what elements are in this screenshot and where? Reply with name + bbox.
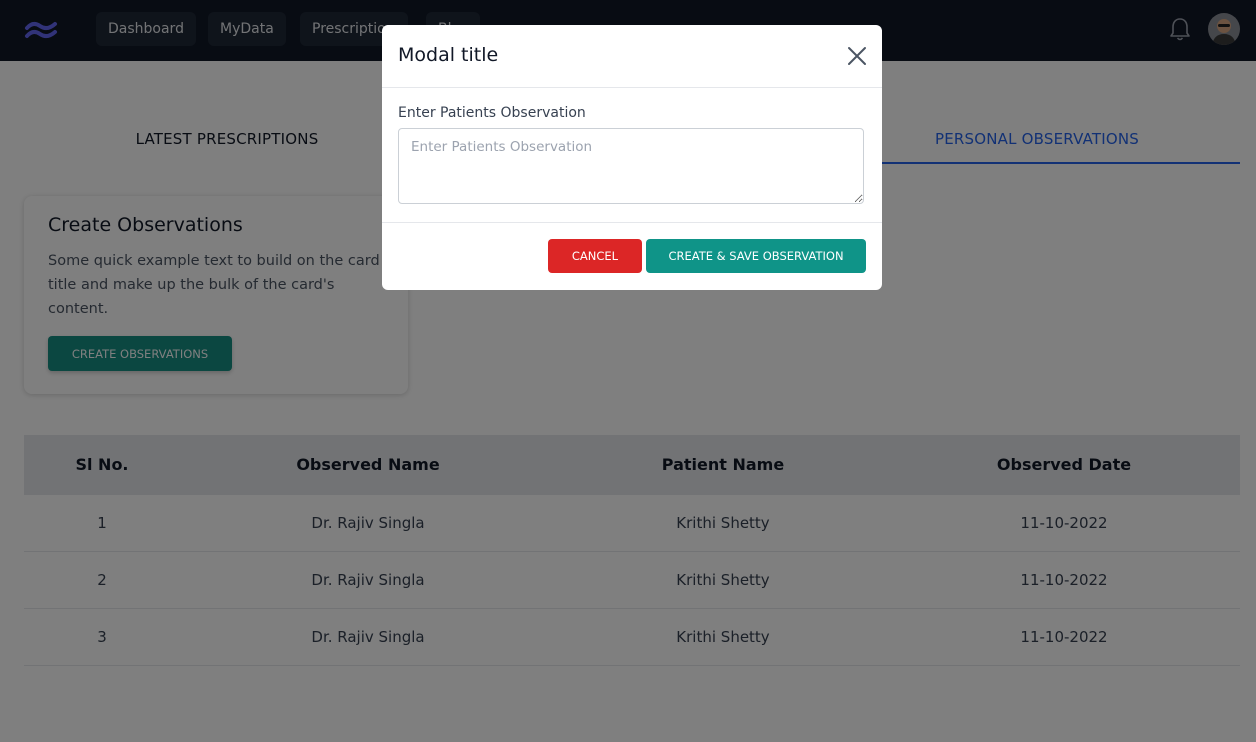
create-save-observation-button[interactable]: CREATE & SAVE OBSERVATION (646, 239, 866, 273)
modal-footer: CANCEL CREATE & SAVE OBSERVATION (382, 222, 882, 290)
observation-textarea[interactable] (398, 128, 864, 204)
observation-modal: Modal title Enter Patients Observation C… (382, 25, 882, 290)
cancel-button[interactable]: CANCEL (548, 239, 642, 273)
modal-title: Modal title (398, 44, 499, 66)
close-icon[interactable] (846, 45, 868, 67)
observation-field-label: Enter Patients Observation (398, 105, 586, 121)
modal-header: Modal title (382, 25, 882, 88)
